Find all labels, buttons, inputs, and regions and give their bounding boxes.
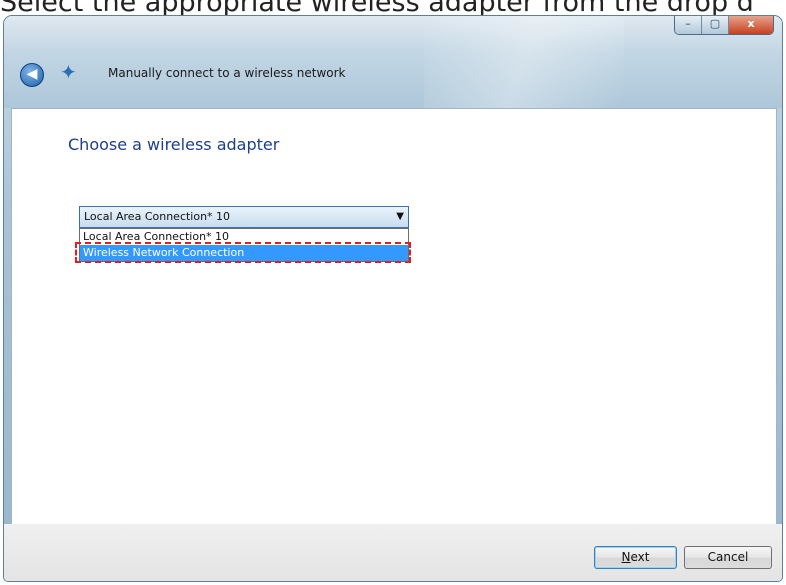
adapter-option-local-area[interactable]: Local Area Connection* 10: [80, 229, 408, 245]
dialog-window: – ▢ x ◀ ✦ Manually connect to a wireless…: [4, 16, 782, 581]
maximize-button[interactable]: ▢: [702, 16, 729, 34]
adapter-dropdown-list: Local Area Connection* 10 Wireless Netwo…: [79, 228, 409, 262]
close-button[interactable]: x: [729, 16, 773, 34]
next-button-accelerator: N: [621, 550, 631, 564]
adapter-option-wireless[interactable]: Wireless Network Connection: [80, 245, 408, 261]
content-panel: Choose a wireless adapter Local Area Con…: [11, 108, 777, 525]
next-button[interactable]: Next: [594, 546, 677, 569]
button-bar: Next Cancel: [4, 524, 782, 581]
adapter-select-value: Local Area Connection* 10: [84, 210, 231, 223]
minimize-button[interactable]: –: [675, 16, 702, 34]
network-icon: ✦: [60, 60, 77, 84]
window-title: Manually connect to a wireless network: [108, 66, 346, 80]
adapter-select[interactable]: Local Area Connection* 10 ▼: [79, 206, 409, 228]
page-heading: Choose a wireless adapter: [68, 135, 280, 154]
chevron-down-icon[interactable]: ▼: [396, 211, 404, 222]
cancel-button[interactable]: Cancel: [684, 546, 772, 569]
title-bar: – ▢ x ◀ ✦ Manually connect to a wireless…: [4, 16, 782, 108]
caption-buttons: – ▢ x: [674, 16, 774, 35]
next-button-label: ext: [630, 550, 650, 564]
back-arrow-icon[interactable]: ◀: [20, 63, 44, 87]
glass-decoration: [424, 16, 624, 108]
